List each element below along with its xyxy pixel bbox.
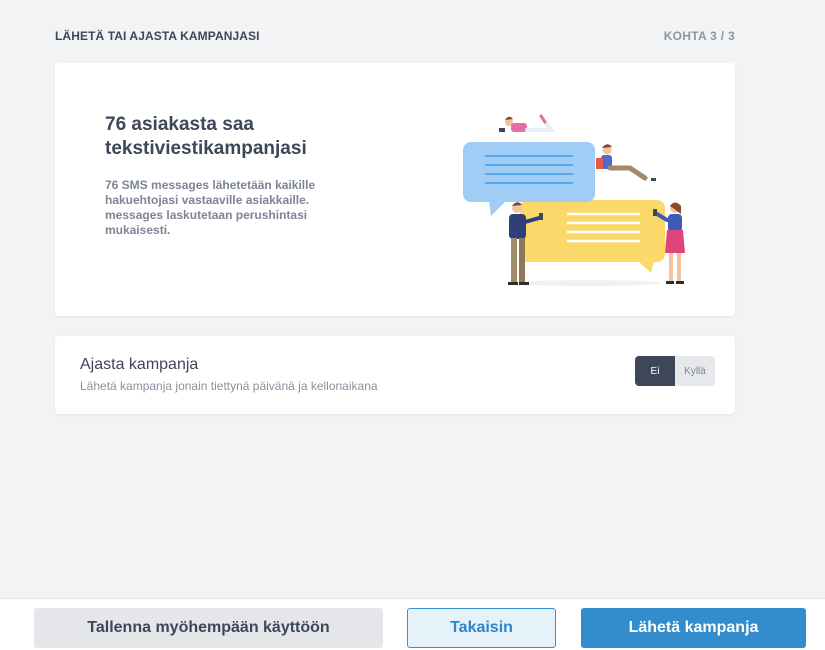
step-indicator: KOHTA 3 / 3 (663, 29, 735, 43)
save-for-later-button[interactable]: Tallenna myöhempään käyttöön (34, 608, 383, 648)
schedule-toggle-yes[interactable]: Kyllä (675, 356, 715, 386)
page-title: LÄHETÄ TAI AJASTA KAMPANJASI (55, 29, 260, 43)
schedule-title: Ajasta kampanja (80, 356, 199, 373)
back-button[interactable]: Takaisin (407, 608, 556, 648)
schedule-description: Lähetä kampanja jonain tiettynä päivänä … (80, 379, 378, 393)
people-chat-bubbles-illustration (463, 114, 685, 286)
schedule-card: Ajasta kampanja Lähetä kampanja jonain t… (55, 336, 735, 414)
schedule-toggle[interactable]: Ei Kyllä (635, 356, 715, 386)
send-campaign-button[interactable]: Lähetä kampanja (581, 608, 806, 648)
recipients-info-card: 76 asiakasta saa tekstiviestikampanjasi … (55, 63, 735, 316)
footer-bar: Tallenna myöhempään käyttöön Takaisin Lä… (0, 598, 825, 650)
schedule-toggle-no[interactable]: Ei (635, 356, 675, 386)
recipients-title: 76 asiakasta saa tekstiviestikampanjasi (105, 114, 307, 159)
page-header: LÄHETÄ TAI AJASTA KAMPANJASI KOHTA 3 / 3 (55, 28, 735, 44)
recipients-description: 76 SMS messages lähetetään kaikille haku… (105, 178, 316, 237)
